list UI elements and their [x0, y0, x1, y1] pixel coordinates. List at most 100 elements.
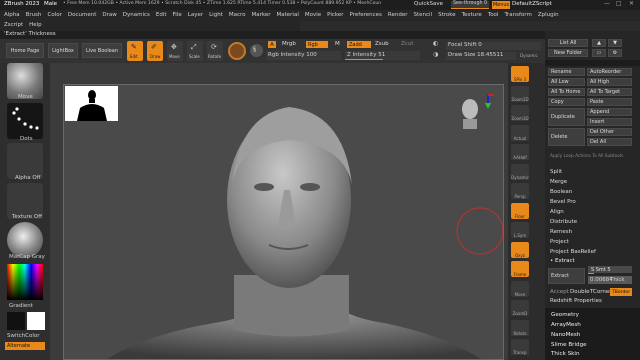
duplicate-button[interactable]: Duplicate [548, 108, 585, 126]
menu-item-zplugin[interactable]: Zplugin [538, 12, 559, 19]
head-model[interactable] [64, 85, 504, 360]
apply-loop-actions-button[interactable]: Apply Loop Actions To All Subtools [550, 154, 623, 159]
live-boolean-button[interactable]: Live Boolean [82, 43, 122, 58]
color-picker[interactable] [7, 264, 43, 300]
minimize-icon[interactable]: — [604, 1, 610, 7]
menus-toggle[interactable]: Menus [492, 1, 510, 9]
tcorner-toggle[interactable]: TCorner [590, 289, 612, 296]
menu-item-material[interactable]: Material [277, 12, 299, 19]
s-smt-slider[interactable]: S Smt 5 [588, 266, 632, 273]
settings-icon[interactable]: ⚙ [608, 49, 622, 57]
del-all-button[interactable]: Del All [587, 138, 632, 146]
accept-button[interactable]: Accept [550, 289, 569, 296]
menu-item-help[interactable]: Help [29, 22, 42, 29]
material-thumbnail[interactable] [7, 222, 43, 258]
menu-item-picker[interactable]: Picker [327, 12, 343, 19]
nanomesh-section[interactable]: NanoMesh [551, 332, 580, 339]
arraymesh-section[interactable]: ArrayMesh [551, 322, 581, 329]
zsub-toggle[interactable]: Zsub [375, 41, 389, 48]
viewport[interactable] [63, 84, 504, 360]
menu-item-macro[interactable]: Macro [229, 12, 246, 19]
arrow-down-icon[interactable]: ▼ [608, 39, 622, 47]
close-icon[interactable]: ✕ [629, 1, 634, 7]
main-color-swatch[interactable] [27, 312, 45, 330]
navigation-cube-icon[interactable] [448, 87, 498, 137]
scale-button[interactable]: ⤢ Scale [187, 41, 203, 61]
edit-button[interactable]: ✎ Edit [127, 41, 143, 61]
redshift-properties-button[interactable]: Redshift Properties [550, 298, 602, 305]
see-through-slider[interactable]: See-through 0 [451, 1, 489, 9]
z-intensity-slider[interactable]: Z Intensity 51 [345, 51, 420, 60]
menu-item-tool[interactable]: Tool [488, 12, 499, 19]
all-high-button[interactable]: All High [587, 78, 632, 86]
menu-item-layer[interactable]: Layer [188, 12, 203, 19]
slime-bridge-section[interactable]: Slime Bridge [551, 342, 587, 349]
tray-item-bevelpro[interactable]: Bevel Pro [550, 199, 576, 206]
tray-item-distribute[interactable]: Distribute [550, 219, 577, 226]
focal-shift-slider[interactable]: Focal Shift 0 [446, 42, 541, 50]
tray-item-split[interactable]: Split [550, 169, 562, 176]
menu-item-draw[interactable]: Draw [102, 12, 116, 19]
gradient-label[interactable]: Gradient [9, 303, 33, 310]
stroke-thumbnail[interactable] [7, 103, 43, 139]
rename-button[interactable]: Rename [548, 68, 585, 76]
menu-item-zscript[interactable]: Zscript [4, 22, 23, 29]
alternate-button[interactable]: Alternate [5, 342, 45, 350]
a-toggle[interactable]: A [268, 41, 276, 48]
folder-icon[interactable]: ▭ [592, 49, 606, 57]
home-page-button[interactable]: Home Page [6, 43, 44, 58]
menu-item-color[interactable]: Color [48, 12, 62, 19]
move-button[interactable]: ✥ Move [167, 41, 183, 61]
switch-color-button[interactable]: SwitchColor [7, 333, 40, 340]
all-low-button[interactable]: All Low [548, 78, 585, 86]
geometry-section[interactable]: Geometry [551, 312, 579, 319]
paste-button[interactable]: Paste [587, 98, 632, 106]
double-toggle[interactable]: Double [570, 289, 590, 296]
menu-item-transform[interactable]: Transform [504, 12, 531, 19]
zcut-toggle[interactable]: Zcut [401, 41, 413, 48]
material-sphere-icon[interactable] [228, 42, 246, 60]
arrow-up-icon[interactable]: ▲ [592, 39, 606, 47]
draw-size-slider[interactable]: Draw Size 18.45511 [446, 52, 516, 60]
autoreorder-button[interactable]: AutoReorder [587, 68, 632, 76]
menu-item-file[interactable]: File [173, 12, 182, 19]
rgb-toggle[interactable]: Rgb [306, 41, 328, 48]
new-folder-button[interactable]: New Folder [548, 49, 588, 57]
tray-item-remesh[interactable]: Remesh [550, 229, 572, 236]
color-picker-icon[interactable]: § [250, 44, 263, 57]
thick-skin-section[interactable]: Thick Skin [551, 351, 580, 358]
tray-item-merge[interactable]: Merge [550, 179, 567, 186]
rotate-button[interactable]: ⟳ Rotate [207, 41, 223, 61]
list-all-button[interactable]: List All [548, 39, 588, 47]
menu-item-stroke[interactable]: Stroke [438, 12, 456, 19]
menu-item-document[interactable]: Document [68, 12, 97, 19]
alpha-thumbnail[interactable] [7, 143, 43, 179]
menu-item-movie[interactable]: Movie [305, 12, 321, 19]
menu-item-alpha[interactable]: Alpha [4, 12, 20, 19]
append-button[interactable]: Append [587, 108, 632, 116]
menu-item-stencil[interactable]: Stencil [413, 12, 432, 19]
extract-button[interactable]: Extract [548, 268, 585, 284]
maximize-icon[interactable]: □ [616, 1, 622, 7]
menu-item-edit[interactable]: Edit [156, 12, 167, 19]
mrgb-toggle[interactable]: Mrgb [282, 41, 296, 48]
extract-section-header[interactable]: • Extract [550, 258, 575, 265]
copy-button[interactable]: Copy [548, 98, 585, 106]
menu-item-render[interactable]: Render [388, 12, 408, 19]
secondary-color-swatch[interactable] [7, 312, 25, 330]
tray-item-boolean[interactable]: Boolean [550, 189, 572, 196]
dynamic-toggle[interactable]: Dynamic [520, 54, 538, 58]
default-zscript[interactable]: DefaultZScript [512, 1, 552, 8]
menu-item-brush[interactable]: Brush [26, 12, 42, 19]
insert-button[interactable]: Insert [587, 118, 632, 126]
quicksave-button[interactable]: QuickSave [414, 1, 443, 8]
all-to-target-button[interactable]: All To Target [587, 88, 632, 96]
del-other-button[interactable]: Del Other [587, 128, 632, 136]
menu-item-marker[interactable]: Marker [252, 12, 271, 19]
menu-item-dynamics[interactable]: Dynamics [123, 12, 150, 19]
delete-button[interactable]: Delete [548, 128, 585, 146]
all-to-home-button[interactable]: All To Home [548, 88, 585, 96]
menu-item-light[interactable]: Light [209, 12, 223, 19]
tray-item-projectbas[interactable]: Project BasRelief [550, 249, 596, 256]
m-toggle[interactable]: M [335, 41, 340, 48]
